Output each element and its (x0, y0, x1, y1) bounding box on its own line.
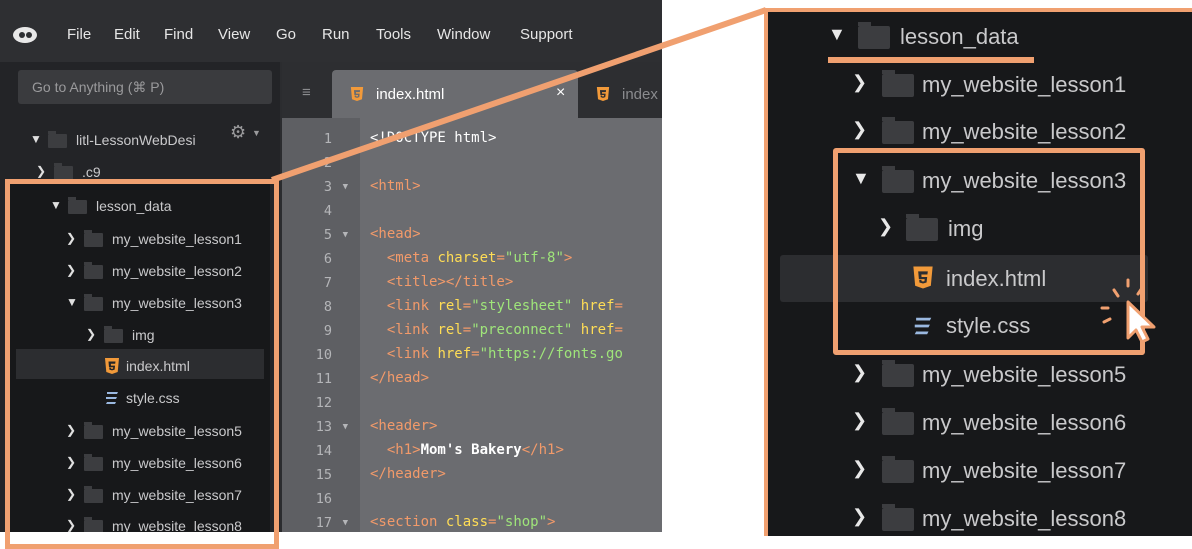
gear-icon[interactable]: ⚙ (230, 122, 246, 143)
line-number: 6 (323, 251, 332, 267)
line-number: 10 (315, 347, 332, 363)
chevron-right-icon[interactable]: ❯ (852, 506, 867, 527)
zoom-item-label: my_website_lesson2 (922, 119, 1127, 144)
code-line: <head> (370, 226, 421, 242)
sidebar-item-label: .c9 (82, 164, 101, 180)
code-line: <link href="https://fonts.go (386, 346, 623, 362)
menu-tools[interactable]: Tools (376, 26, 411, 43)
line-number: 8 (323, 299, 332, 315)
folder-icon (882, 117, 914, 144)
zoom-item-label: my_website_lesson6 (922, 410, 1127, 435)
zoom-item-lesson-data[interactable]: ▼ lesson_data (828, 14, 1128, 60)
chevron-right-icon[interactable]: ❯ (852, 119, 867, 140)
workspace-label: litl-LessonWebDesi (76, 132, 196, 148)
tab-index-html[interactable]: index.html × (332, 70, 578, 118)
menu-run[interactable]: Run (322, 26, 350, 43)
line-number: 12 (315, 395, 332, 411)
code-line: <link rel="stylesheet" href= (386, 298, 623, 314)
chevron-right-icon[interactable]: ❯ (852, 410, 867, 431)
chevron-down-icon[interactable]: ▼ (828, 24, 846, 45)
line-number: 3 (323, 179, 332, 195)
fold-arrow-icon[interactable]: ▼ (338, 518, 348, 528)
folder-icon (882, 360, 914, 387)
goto-anything-placeholder: Go to Anything (⌘ P) (32, 79, 165, 95)
code-line: </head> (370, 370, 430, 386)
zoom-item-label: lesson_data (900, 24, 1019, 49)
menu-go[interactable]: Go (276, 26, 296, 43)
line-number: 16 (315, 491, 332, 507)
folder-icon (54, 163, 73, 180)
menu-bar: File Edit Find View Go Run Tools Window … (0, 0, 662, 62)
code-line: </header> (370, 466, 446, 482)
folder-icon (882, 456, 914, 483)
zoom-item-lesson5[interactable]: ❯ my_website_lesson5 (852, 352, 1152, 398)
code-line: <meta charset="utf-8"> (386, 250, 573, 266)
html5-file-icon (596, 87, 610, 101)
highlight-box-left (5, 179, 279, 549)
close-icon[interactable]: × (556, 84, 565, 102)
tab-label: index.html (376, 86, 445, 103)
menu-file[interactable]: File (67, 26, 91, 43)
menu-find[interactable]: Find (164, 26, 193, 43)
chevron-right-icon[interactable]: ❯ (852, 72, 867, 93)
folder-icon (48, 131, 67, 148)
code-line: <title></title> (386, 274, 514, 290)
chevron-right-icon[interactable]: ❯ (852, 458, 867, 479)
line-number: 17 (315, 515, 332, 531)
line-number: 2 (323, 155, 332, 171)
tab-index-second[interactable]: index (582, 70, 662, 118)
menu-view[interactable]: View (218, 26, 250, 43)
zoom-item-label: my_website_lesson1 (922, 72, 1127, 97)
chevron-right-icon[interactable]: ❯ (36, 164, 46, 178)
line-number: 9 (323, 323, 332, 339)
code-line: <!DOCTYPE html> (370, 130, 497, 146)
highlight-underline (828, 57, 1034, 63)
caret-down-icon[interactable]: ▼ (252, 128, 261, 138)
zoom-item-lesson1[interactable]: ❯ my_website_lesson1 (852, 62, 1152, 108)
goto-anything-input[interactable]: Go to Anything (⌘ P) (18, 70, 272, 104)
line-number: 11 (315, 371, 332, 387)
zoom-item-lesson8[interactable]: ❯ my_website_lesson8 (852, 496, 1152, 542)
fold-arrow-icon[interactable]: ▼ (338, 182, 348, 192)
line-number: 5 (323, 227, 332, 243)
mouse-pointer-icon (1100, 278, 1156, 344)
workspace-root[interactable]: ▼ litl-LessonWebDesi ⚙ ▼ (30, 122, 270, 154)
folder-icon (882, 70, 914, 97)
zoom-item-label: my_website_lesson7 (922, 458, 1127, 483)
zoom-item-lesson7[interactable]: ❯ my_website_lesson7 (852, 448, 1152, 494)
hamburger-menu-icon[interactable]: ≡ (302, 84, 311, 101)
line-number: 15 (315, 467, 332, 483)
folder-icon (882, 408, 914, 435)
menu-window[interactable]: Window (437, 26, 490, 43)
folder-icon (882, 504, 914, 531)
line-number: 1 (323, 131, 332, 147)
cloud9-logo-icon[interactable] (12, 24, 38, 44)
chevron-right-icon[interactable]: ❯ (852, 362, 867, 383)
code-line: <html> (370, 178, 421, 194)
line-number: 4 (323, 203, 332, 219)
menu-support[interactable]: Support (520, 26, 573, 43)
code-line: <h1>Mom's Bakery</h1> (386, 442, 564, 458)
zoom-item-lesson6[interactable]: ❯ my_website_lesson6 (852, 400, 1152, 446)
code-line: <link rel="preconnect" href= (386, 322, 623, 338)
line-number: 7 (323, 275, 332, 291)
line-number: 13 (315, 419, 332, 435)
code-line: <section class="shop"> (370, 514, 556, 530)
folder-icon (858, 22, 890, 49)
chevron-down-icon[interactable]: ▼ (30, 132, 42, 146)
tab-label: index (622, 86, 658, 103)
html5-file-icon (350, 87, 364, 101)
fold-arrow-icon[interactable]: ▼ (338, 422, 348, 432)
zoom-item-label: my_website_lesson5 (922, 362, 1127, 387)
line-number: 14 (315, 443, 332, 459)
fold-arrow-icon[interactable]: ▼ (338, 230, 348, 240)
zoom-item-label: my_website_lesson8 (922, 506, 1127, 531)
menu-edit[interactable]: Edit (114, 26, 140, 43)
code-line: <header> (370, 418, 438, 434)
